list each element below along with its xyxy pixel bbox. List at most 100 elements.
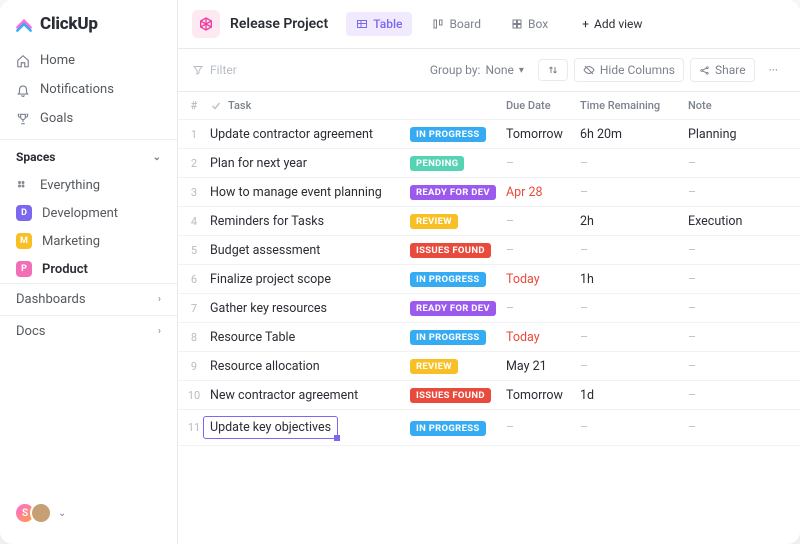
table-row[interactable]: 5 Budget assessment ISSUES FOUND – – – bbox=[178, 236, 800, 265]
space-item-development[interactable]: DDevelopment bbox=[0, 199, 177, 227]
time-cell[interactable]: 2h bbox=[580, 214, 688, 229]
status-cell[interactable]: IN PROGRESS bbox=[410, 126, 506, 142]
task-cell[interactable]: Budget assessment bbox=[210, 243, 410, 258]
task-cell[interactable]: Resource Table bbox=[210, 330, 410, 345]
status-cell[interactable]: REVIEW bbox=[410, 213, 506, 229]
status-cell[interactable]: IN PROGRESS bbox=[410, 420, 506, 436]
note-cell[interactable]: Planning bbox=[688, 127, 800, 142]
col-header-task[interactable]: Task bbox=[210, 99, 410, 112]
due-cell[interactable]: – bbox=[506, 214, 580, 229]
due-cell[interactable]: – bbox=[506, 156, 580, 171]
view-tab-box[interactable]: Box bbox=[501, 12, 558, 36]
note-cell[interactable]: – bbox=[688, 243, 800, 258]
col-header-due[interactable]: Due Date bbox=[506, 99, 580, 112]
table-row[interactable]: 6 Finalize project scope IN PROGRESS Tod… bbox=[178, 265, 800, 294]
table-row[interactable]: 9 Resource allocation REVIEW May 21 – – bbox=[178, 352, 800, 381]
more-button[interactable]: ··· bbox=[761, 59, 786, 81]
plus-icon: + bbox=[582, 17, 589, 31]
time-cell[interactable]: 6h 20m bbox=[580, 127, 688, 142]
status-cell[interactable]: REVIEW bbox=[410, 358, 506, 374]
share-button[interactable]: Share bbox=[690, 58, 755, 82]
note-cell[interactable]: – bbox=[688, 420, 800, 435]
grid-icon bbox=[16, 179, 30, 193]
due-cell[interactable]: – bbox=[506, 301, 580, 316]
due-cell[interactable]: Tomorrow bbox=[506, 388, 580, 403]
time-cell[interactable]: – bbox=[580, 156, 688, 171]
group-by-dropdown[interactable]: Group by: None ▾ bbox=[422, 59, 532, 81]
space-item-product[interactable]: PProduct bbox=[0, 255, 177, 283]
table-row[interactable]: 10 New contractor agreement ISSUES FOUND… bbox=[178, 381, 800, 410]
avatar-stack[interactable]: S ⌄ bbox=[0, 492, 177, 534]
status-cell[interactable]: READY FOR DEV bbox=[410, 300, 506, 316]
status-cell[interactable]: ISSUES FOUND bbox=[410, 387, 506, 403]
view-tab-board[interactable]: Board bbox=[422, 12, 491, 36]
task-cell[interactable]: Resource allocation bbox=[210, 359, 410, 374]
due-cell[interactable]: – bbox=[506, 243, 580, 258]
note-cell[interactable]: – bbox=[688, 272, 800, 287]
task-cell[interactable]: Gather key resources bbox=[210, 301, 410, 316]
time-cell[interactable]: – bbox=[580, 330, 688, 345]
spaces-header[interactable]: Spaces ⌄ bbox=[0, 139, 177, 172]
add-view-button[interactable]: + Add view bbox=[572, 12, 652, 36]
nav-goals[interactable]: Goals bbox=[0, 104, 177, 133]
sort-button[interactable] bbox=[538, 59, 568, 81]
time-cell[interactable]: – bbox=[580, 185, 688, 200]
brand-logo[interactable]: ClickUp bbox=[0, 12, 177, 46]
due-cell[interactable]: Apr 28 bbox=[506, 185, 580, 200]
task-cell[interactable]: How to manage event planning bbox=[210, 185, 410, 200]
note-cell[interactable]: – bbox=[688, 301, 800, 316]
time-cell[interactable]: 1d bbox=[580, 388, 688, 403]
task-cell[interactable]: Update key objectives bbox=[210, 416, 410, 439]
note-cell[interactable]: – bbox=[688, 185, 800, 200]
sidebar-dashboards[interactable]: Dashboards › bbox=[0, 283, 177, 315]
note-cell[interactable]: – bbox=[688, 330, 800, 345]
note-cell[interactable]: – bbox=[688, 388, 800, 403]
status-cell[interactable]: READY FOR DEV bbox=[410, 184, 506, 200]
space-everything[interactable]: Everything bbox=[0, 172, 177, 199]
task-cell[interactable]: Reminders for Tasks bbox=[210, 214, 410, 229]
nav-notifications[interactable]: Notifications bbox=[0, 75, 177, 104]
status-cell[interactable]: ISSUES FOUND bbox=[410, 242, 506, 258]
table-row[interactable]: 7 Gather key resources READY FOR DEV – –… bbox=[178, 294, 800, 323]
due-cell[interactable]: Today bbox=[506, 272, 580, 287]
table-icon bbox=[356, 18, 368, 30]
due-cell[interactable]: Tomorrow bbox=[506, 127, 580, 142]
time-cell[interactable]: 1h bbox=[580, 272, 688, 287]
time-cell[interactable]: – bbox=[580, 301, 688, 316]
note-cell[interactable]: – bbox=[688, 359, 800, 374]
table-row[interactable]: 2 Plan for next year PENDING – – – bbox=[178, 149, 800, 178]
nav-home[interactable]: Home bbox=[0, 46, 177, 75]
task-cell[interactable]: Finalize project scope bbox=[210, 272, 410, 287]
view-tab-table[interactable]: Table bbox=[346, 12, 412, 36]
filter-button[interactable]: Filter bbox=[192, 63, 237, 77]
table-row[interactable]: 8 Resource Table IN PROGRESS Today – – bbox=[178, 323, 800, 352]
task-name: Plan for next year bbox=[210, 156, 307, 171]
table-row[interactable]: 4 Reminders for Tasks REVIEW – 2h Execut… bbox=[178, 207, 800, 236]
table-row[interactable]: 3 How to manage event planning READY FOR… bbox=[178, 178, 800, 207]
task-cell[interactable]: New contractor agreement bbox=[210, 388, 410, 403]
status-cell[interactable]: IN PROGRESS bbox=[410, 329, 506, 345]
avatar[interactable] bbox=[30, 502, 52, 524]
col-header-note[interactable]: Note bbox=[688, 99, 800, 112]
task-name-input[interactable]: Update key objectives bbox=[203, 416, 338, 439]
note-cell[interactable]: Execution bbox=[688, 214, 800, 229]
task-cell[interactable]: Update contractor agreement bbox=[210, 127, 410, 142]
space-item-marketing[interactable]: MMarketing bbox=[0, 227, 177, 255]
time-cell[interactable]: – bbox=[580, 420, 688, 435]
task-cell[interactable]: Plan for next year bbox=[210, 156, 410, 171]
time-cell[interactable]: – bbox=[580, 359, 688, 374]
status-cell[interactable]: IN PROGRESS bbox=[410, 271, 506, 287]
due-cell[interactable]: May 21 bbox=[506, 359, 580, 374]
due-cell[interactable]: Today bbox=[506, 330, 580, 345]
col-header-time[interactable]: Time Remaining bbox=[580, 99, 688, 112]
note-cell[interactable]: – bbox=[688, 156, 800, 171]
filter-label: Filter bbox=[210, 63, 237, 77]
table-row[interactable]: 1 Update contractor agreement IN PROGRES… bbox=[178, 120, 800, 149]
sidebar-docs[interactable]: Docs › bbox=[0, 315, 177, 347]
time-cell[interactable]: – bbox=[580, 243, 688, 258]
hide-columns-button[interactable]: Hide Columns bbox=[574, 58, 684, 82]
due-cell[interactable]: – bbox=[506, 420, 580, 435]
status-cell[interactable]: PENDING bbox=[410, 155, 506, 171]
row-number: 3 bbox=[178, 186, 210, 199]
table-row[interactable]: 11 Update key objectives IN PROGRESS – –… bbox=[178, 410, 800, 446]
